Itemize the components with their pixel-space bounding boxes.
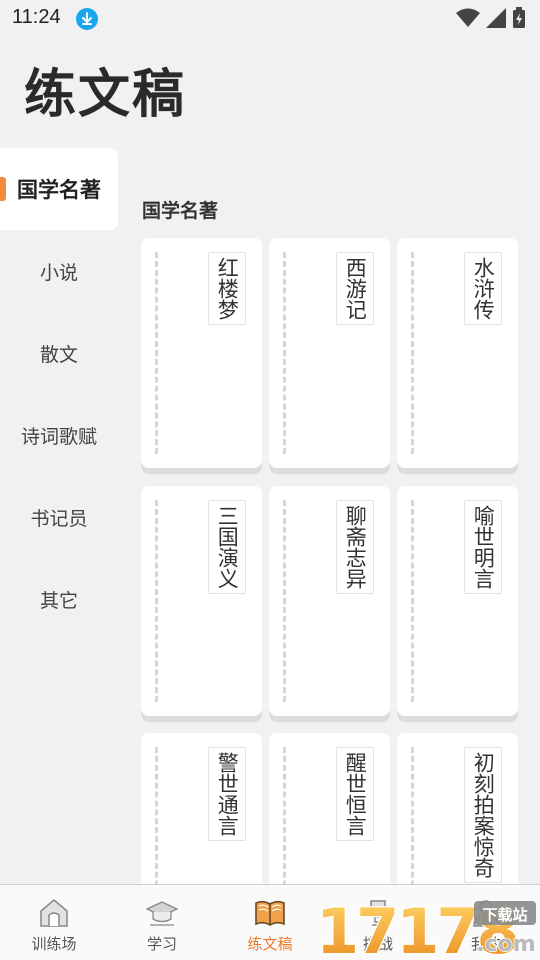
watermark-suffix: 下载站 [482, 906, 527, 924]
category-sidebar: 国学名著 小说 散文 诗词歌赋 书记员 其它 [0, 148, 118, 640]
book-card[interactable]: 喻世明言 [397, 486, 518, 716]
sidebar-item-label: 国学名著 [17, 178, 101, 202]
card-dashed-line [411, 747, 414, 884]
sidebar-item-classics[interactable]: 国学名著 [0, 148, 118, 230]
sidebar-item-clerk[interactable]: 书记员 [0, 476, 118, 558]
nav-item-copybook[interactable]: 练文稿 [216, 885, 324, 960]
book-title: 喻世明言 [464, 500, 502, 594]
book-card[interactable]: 警世通言 [141, 733, 262, 884]
sidebar-item-poetry[interactable]: 诗词歌赋 [0, 394, 118, 476]
nav-item-training[interactable]: 训练场 [0, 885, 108, 960]
book-grid: 红楼梦 西游记 水浒传 三国演义 聊斋志异 喻世明言 警世通言 醒世恒言 初刻拍… [141, 238, 519, 884]
card-dashed-line [155, 747, 158, 884]
sidebar-item-novel[interactable]: 小说 [0, 230, 118, 312]
card-dashed-line [411, 500, 414, 702]
watermark-domain: .com [476, 932, 535, 957]
book-card[interactable]: 聊斋志异 [269, 486, 390, 716]
book-title: 水浒传 [464, 252, 502, 325]
status-icons [456, 6, 526, 30]
page-title: 练文稿 [24, 65, 187, 125]
book-title: 初刻拍案惊奇 [464, 747, 502, 883]
download-icon [76, 8, 98, 30]
home-icon [40, 899, 68, 927]
book-title: 警世通言 [208, 747, 246, 841]
book-card[interactable]: 红楼梦 [141, 238, 262, 468]
battery-icon [513, 7, 525, 28]
card-dashed-line [283, 500, 286, 702]
book-title: 醒世恒言 [336, 747, 374, 841]
sidebar-item-prose[interactable]: 散文 [0, 312, 118, 394]
card-dashed-line [411, 252, 414, 454]
sidebar-item-label: 其它 [39, 589, 78, 612]
wifi-icon [456, 8, 480, 27]
book-title: 红楼梦 [208, 252, 246, 325]
book-title: 聊斋志异 [336, 500, 374, 594]
nav-label: 学习 [146, 935, 177, 953]
graduation-cap-icon [146, 901, 178, 926]
status-bar: 11:24 [0, 0, 540, 36]
book-card[interactable]: 三国演义 [141, 486, 262, 716]
book-card[interactable]: 醒世恒言 [269, 733, 390, 884]
site-watermark: 17178 下载站 .com [316, 894, 536, 959]
sidebar-item-label: 散文 [39, 343, 78, 366]
card-dashed-line [283, 252, 286, 454]
nav-item-study[interactable]: 学习 [108, 885, 216, 960]
signal-icon [486, 8, 506, 28]
nav-label: 训练场 [31, 935, 77, 953]
card-dashed-line [155, 500, 158, 702]
book-title: 西游记 [336, 252, 374, 325]
sidebar-item-label: 诗词歌赋 [20, 425, 97, 448]
card-dashed-line [283, 747, 286, 884]
sidebar-item-label: 小说 [39, 261, 78, 284]
sidebar-item-other[interactable]: 其它 [0, 558, 118, 640]
book-card[interactable]: 初刻拍案惊奇 [397, 733, 518, 884]
book-icon [255, 900, 285, 926]
sidebar-item-label: 书记员 [30, 507, 88, 530]
book-card[interactable]: 水浒传 [397, 238, 518, 468]
status-time: 11:24 [12, 6, 61, 28]
section-title: 国学名著 [142, 200, 219, 222]
book-title: 三国演义 [208, 500, 246, 594]
book-card[interactable]: 西游记 [269, 238, 390, 468]
nav-label: 练文稿 [247, 935, 293, 953]
card-dashed-line [155, 252, 158, 454]
